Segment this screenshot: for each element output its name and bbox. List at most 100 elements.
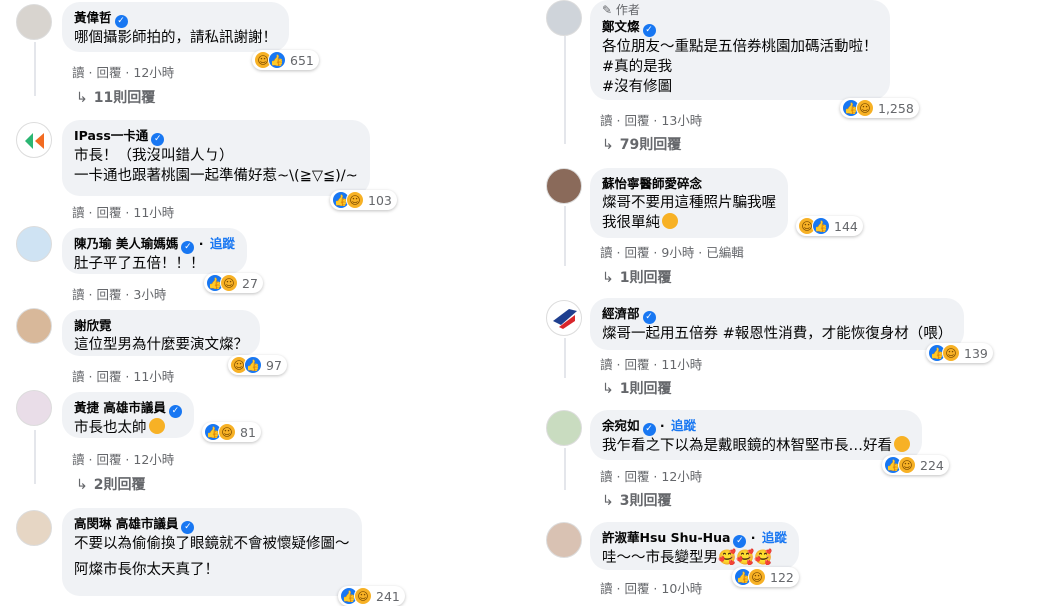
reaction-badge[interactable]: 👍 ☺ 139 [926, 343, 993, 363]
verified-icon: ✓ [642, 24, 656, 37]
view-replies-link[interactable]: ↳ 1則回覆 [602, 267, 671, 287]
avatar[interactable] [16, 4, 52, 40]
reaction-badge[interactable]: 👍 ☺ 27 [204, 273, 263, 293]
read-link[interactable]: 讀 [72, 452, 85, 467]
verified-icon: ✓ [151, 133, 165, 146]
reaction-count: 27 [242, 275, 258, 291]
reaction-badge[interactable]: 👍 ☺ 241 [338, 586, 405, 606]
comment-meta: 讀 · 回覆 · 12小時 [72, 65, 175, 80]
comment-text: 哪個攝影師拍的，請私訊謝謝！ [74, 30, 277, 46]
reaction-badge[interactable]: ☺ 👍 144 [796, 216, 863, 236]
read-link[interactable]: 讀 [72, 205, 85, 220]
reaction-badge[interactable]: 👍 ☺ 122 [732, 567, 799, 587]
avatar[interactable] [546, 522, 582, 558]
reaction-badge[interactable]: 👍 ☺ 1,258 [840, 98, 919, 118]
comment-meta: 讀 · 回覆 · 11小時 [72, 369, 175, 384]
comment-bubble: 經濟部 ✓ 燦哥一起用五倍券 #報恩性消費，才能恢復身材（喂） [590, 298, 965, 350]
commenter-name[interactable]: 經濟部 [602, 306, 640, 321]
flushed-emoji-icon [148, 418, 165, 434]
view-replies-link[interactable]: ↳ 79則回覆 [602, 134, 681, 154]
comment-text: 阿燦市長你太天真了！ [74, 562, 219, 578]
view-replies-link[interactable]: ↳ 2則回覆 [76, 474, 145, 494]
relieved-emoji-icon [662, 213, 678, 229]
timestamp[interactable]: 3小時 [133, 287, 166, 302]
reply-button[interactable]: 回覆 [96, 369, 121, 384]
comment-text: 各位朋友～重點是五倍券桃園加碼活動啦！ [602, 39, 878, 55]
view-replies-link[interactable]: ↳ 1則回覆 [602, 378, 671, 398]
timestamp[interactable]: 12小時 [133, 65, 174, 80]
reaction-count: 139 [964, 345, 988, 361]
reply-button[interactable]: 回覆 [96, 65, 121, 80]
comment-text: #沒有修圖 [602, 79, 673, 95]
commenter-name[interactable]: 高閔琳 高雄市議員 [74, 516, 178, 531]
avatar[interactable] [16, 122, 52, 158]
comment-bubble: 陳乃瑜 美人瑜媽媽 ✓ · 追蹤 肚子平了五倍！！！ [62, 228, 247, 274]
avatar[interactable] [546, 300, 582, 336]
reaction-badge[interactable]: 👍 ☺ 224 [882, 455, 949, 475]
comment-bubble: IPass一卡通 ✓ 市長！（我沒叫錯人ㄅ） 一卡通也跟著桃園一起準備好惹~\(≧… [62, 120, 370, 196]
commenter-name[interactable]: 黃偉哲 [74, 10, 112, 25]
commenter-name[interactable]: 余宛如 [602, 418, 640, 433]
like-icon: 👍 [812, 217, 830, 235]
timestamp[interactable]: 12小時 [133, 452, 174, 467]
reaction-count: 97 [266, 357, 282, 373]
timestamp[interactable]: 13小時 [661, 113, 702, 128]
avatar[interactable] [546, 0, 582, 36]
follow-button[interactable]: 追蹤 [671, 418, 696, 433]
comment-text: 我很單純 [602, 215, 660, 231]
reply-button[interactable]: 回覆 [624, 113, 649, 128]
comment-text: 這位型男為什麼要演文燦？ [74, 337, 248, 353]
haha-icon: ☺ [856, 99, 874, 117]
read-link[interactable]: 讀 [72, 369, 85, 384]
reaction-badge[interactable]: 👍 ☺ 103 [330, 190, 397, 210]
timestamp[interactable]: 12小時 [661, 469, 702, 484]
timestamp[interactable]: 11小時 [133, 205, 174, 220]
read-link[interactable]: 讀 [600, 357, 613, 372]
reaction-count: 241 [376, 588, 400, 604]
follow-button[interactable]: 追蹤 [762, 530, 787, 545]
read-link[interactable]: 讀 [600, 469, 613, 484]
commenter-name[interactable]: 許淑華Hsu Shu-Hua [602, 530, 730, 545]
reply-button[interactable]: 回覆 [624, 357, 649, 372]
avatar[interactable] [16, 510, 52, 546]
commenter-name[interactable]: 蘇怡寧醫師愛碎念 [602, 176, 702, 191]
timestamp[interactable]: 9小時 [661, 245, 694, 260]
haha-icon: ☺ [354, 587, 372, 605]
reply-button[interactable]: 回覆 [624, 245, 649, 260]
reaction-count: 103 [368, 192, 392, 208]
reaction-badge[interactable]: ☺ 👍 97 [228, 355, 287, 375]
read-link[interactable]: 讀 [72, 287, 85, 302]
timestamp[interactable]: 11小時 [133, 369, 174, 384]
commenter-name[interactable]: 謝欣霓 [74, 318, 112, 333]
reply-button[interactable]: 回覆 [624, 581, 649, 596]
commenter-name[interactable]: 鄭文燦 [602, 19, 640, 34]
commenter-name[interactable]: 陳乃瑜 美人瑜媽媽 [74, 236, 178, 251]
reply-button[interactable]: 回覆 [96, 452, 121, 467]
comment-bubble: 謝欣霓 這位型男為什麼要演文燦？ [62, 310, 260, 356]
read-link[interactable]: 讀 [600, 581, 613, 596]
timestamp[interactable]: 11小時 [661, 357, 702, 372]
commenter-name[interactable]: IPass一卡通 [74, 128, 148, 143]
author-label: 作者 [615, 3, 640, 17]
reply-button[interactable]: 回覆 [624, 469, 649, 484]
reply-button[interactable]: 回覆 [96, 287, 121, 302]
avatar[interactable] [16, 390, 52, 426]
read-link[interactable]: 讀 [600, 113, 613, 128]
read-link[interactable]: 讀 [600, 245, 613, 260]
comment-text: 市長！（我沒叫錯人ㄅ） [74, 148, 234, 164]
avatar[interactable] [546, 410, 582, 446]
reply-arrow-icon: ↳ [602, 493, 614, 509]
reaction-badge[interactable]: ☺ 👍 651 [252, 50, 319, 70]
reply-button[interactable]: 回覆 [96, 205, 121, 220]
avatar[interactable] [16, 308, 52, 344]
view-replies-link[interactable]: ↳ 3則回覆 [602, 490, 671, 510]
timestamp[interactable]: 10小時 [661, 581, 702, 596]
avatar[interactable] [16, 226, 52, 262]
read-link[interactable]: 讀 [72, 65, 85, 80]
avatar[interactable] [546, 168, 582, 204]
verified-icon: ✓ [733, 535, 747, 548]
view-replies-link[interactable]: ↳ 11則回覆 [76, 87, 155, 107]
follow-button[interactable]: 追蹤 [210, 236, 235, 251]
reaction-badge[interactable]: 👍 ☺ 81 [202, 422, 261, 442]
commenter-name[interactable]: 黃捷 高雄市議員 [74, 400, 166, 415]
